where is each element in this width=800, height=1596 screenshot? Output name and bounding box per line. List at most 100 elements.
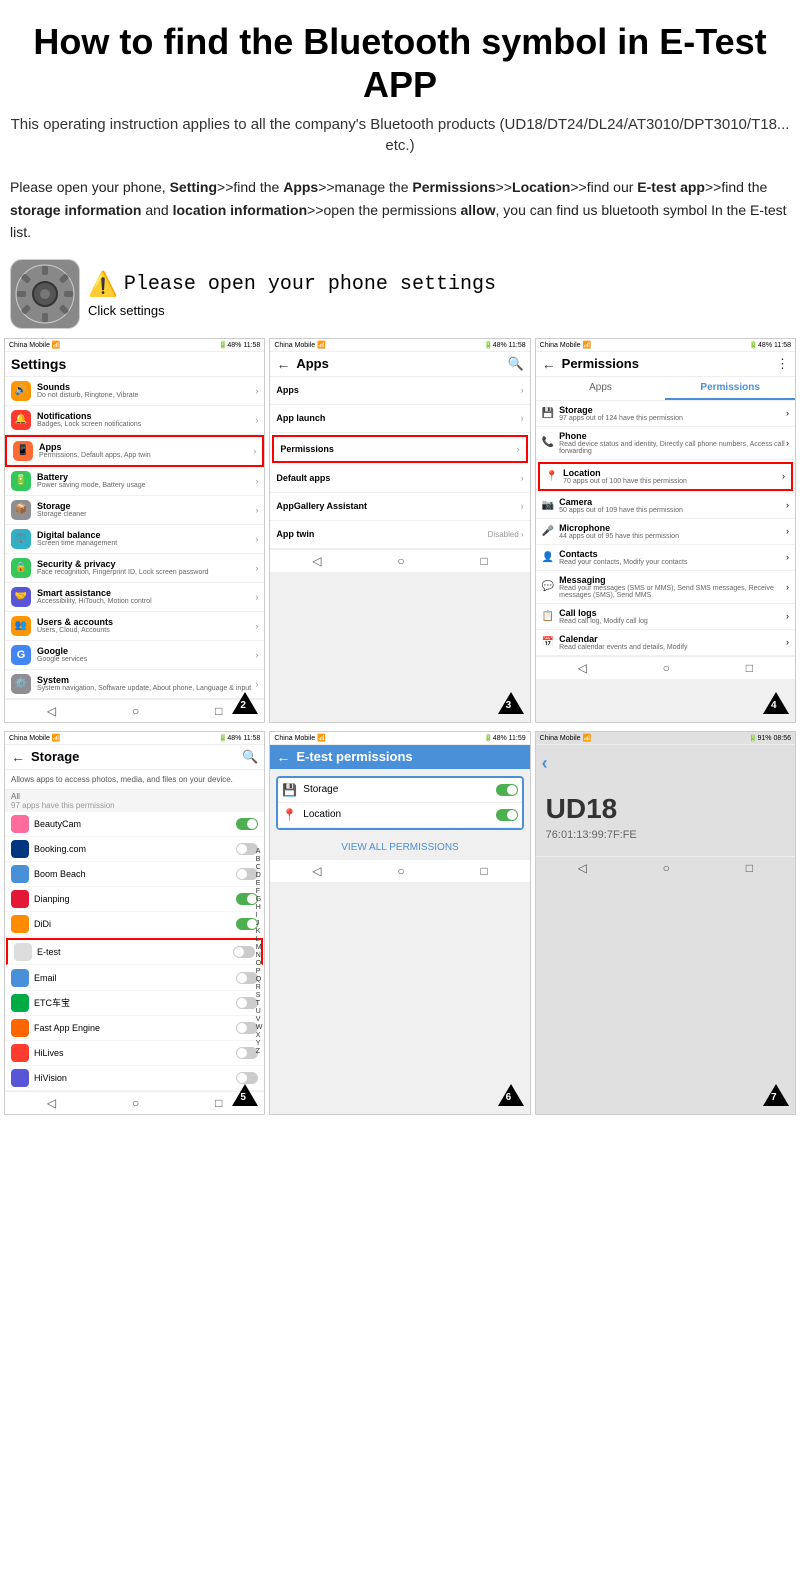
step-badge-2: 2 [232, 692, 258, 716]
app-hilives[interactable]: HiLives [5, 1041, 264, 1066]
screenshots-row2: China Mobile 📶 🔋48% 11:58 ← Storage 🔍 Al… [0, 727, 800, 1119]
apps-apps-item[interactable]: Apps › [270, 377, 529, 405]
settings-digital-balance[interactable]: ⚖️ Digital balance Screen time managemen… [5, 525, 264, 554]
app-etc[interactable]: ETC车宝 [5, 991, 264, 1016]
app-didi[interactable]: DiDi [5, 912, 264, 937]
settings-security[interactable]: 🔒 Security & privacy Face recognition, F… [5, 554, 264, 583]
screen1-status: China Mobile 📶 🔋48% 11:58 [5, 339, 264, 352]
screen2-body: Apps › App launch › Permissions › Defaul… [270, 377, 529, 549]
screen2-header: ← Apps 🔍 [270, 352, 529, 377]
perm-location[interactable]: 📍 Location 70 apps out of 100 have this … [538, 462, 793, 491]
notifications-icon: 🔔 [11, 410, 31, 430]
etest-location-toggle[interactable]: 📍 Location [278, 803, 521, 828]
app-beautycam[interactable]: BeautyCam [5, 812, 264, 837]
sounds-icon: 🔊 [11, 381, 31, 401]
settings-battery[interactable]: 🔋 Battery Power saving mode, Battery usa… [5, 467, 264, 496]
google-icon: G [11, 645, 31, 665]
back-arrow-icon4[interactable]: ← [276, 749, 290, 765]
settings-users-accounts[interactable]: 👥 Users & accounts Users, Cloud, Account… [5, 612, 264, 641]
warning-icon: ⚠️ [88, 270, 118, 299]
apps-permissions[interactable]: Permissions › [272, 435, 527, 463]
perm-camera[interactable]: 📷 Camera 50 apps out of 109 have this pe… [536, 493, 795, 519]
screen5-etest-permissions: China Mobile 📶 🔋48% 11:59 ← E-test permi… [269, 731, 530, 1115]
settings-storage[interactable]: 📦 Storage Storage cleaner › [5, 496, 264, 525]
app-booking[interactable]: Booking.com [5, 837, 264, 862]
app-email[interactable]: Email [5, 966, 264, 991]
settings-system[interactable]: ⚙️ System System navigation, Software up… [5, 670, 264, 699]
perm-calendar[interactable]: 📅 Calendar Read calendar events and deta… [536, 630, 795, 656]
subtitle: This operating instruction applies to al… [10, 114, 790, 156]
device-name: UD18 [546, 793, 785, 825]
storage-icon: 📦 [11, 500, 31, 520]
view-all-permissions-btn[interactable]: VIEW ALL PERMISSIONS [270, 836, 529, 859]
smart-assistance-icon: 🤝 [11, 587, 31, 607]
step-badge-5: 5 [232, 1084, 258, 1108]
screen4-section: All97 apps have this permission [5, 790, 264, 812]
screen1-navbar: ◁○□ [5, 699, 264, 722]
screen3-permissions: China Mobile 📶 🔋48% 11:58 ← Permissions … [535, 338, 796, 723]
screen5-header: ← E-test permissions [270, 745, 529, 770]
app-fast-app-engine[interactable]: Fast App Engine [5, 1016, 264, 1041]
screen5-status: China Mobile 📶 🔋48% 11:59 [270, 732, 529, 745]
perm-messaging[interactable]: 💬 Messaging Read your messages (SMS or M… [536, 571, 795, 604]
device-mac: 76:01:13:99:7F:FE [546, 829, 785, 841]
screen4-status: China Mobile 📶 🔋48% 11:58 [5, 732, 264, 745]
users-accounts-icon: 👥 [11, 616, 31, 636]
back-arrow-icon3[interactable]: ← [11, 749, 25, 765]
screen3-status: China Mobile 📶 🔋48% 11:58 [536, 339, 795, 352]
back-chevron-icon[interactable]: ‹ [542, 753, 548, 774]
perm-storage[interactable]: 💾 Storage 97 apps out of 124 have this p… [536, 401, 795, 427]
search-icon[interactable]: 🔍 [507, 356, 523, 372]
settings-apps[interactable]: 📱 Apps Permissions, Default apps, App tw… [5, 435, 264, 467]
screen4-navbar: ◁○□ [5, 1091, 264, 1114]
step-badge-3: 3 [498, 692, 524, 716]
screen2-apps: China Mobile 📶 🔋48% 11:58 ← Apps 🔍 Apps … [269, 338, 530, 723]
settings-sounds[interactable]: 🔊 Sounds Do not disturb, Ringtone, Vibra… [5, 377, 264, 406]
step1-text: Please open your phone settings [124, 273, 496, 296]
search-icon2[interactable]: 🔍 [242, 749, 258, 765]
battery-icon: 🔋 [11, 471, 31, 491]
settings-gear-icon [10, 259, 80, 329]
apps-appgallery-assistant[interactable]: AppGallery Assistant › [270, 493, 529, 521]
apps-app-twin[interactable]: App twin Disabled › [270, 521, 529, 549]
more-icon[interactable]: ⋮ [776, 356, 789, 372]
perm-microphone[interactable]: 🎤 Microphone 44 apps out of 95 have this… [536, 519, 795, 545]
screen6-status: China Mobile 📶 🔋91% 08:56 [536, 732, 795, 745]
perm-call-logs[interactable]: 📋 Call logs Read call log, Modify call l… [536, 604, 795, 630]
screenshots-row1: China Mobile 📶 🔋48% 11:58 Settings 🔊 Sou… [0, 334, 800, 727]
app-hivision[interactable]: HiVision [5, 1066, 264, 1091]
etest-storage-toggle[interactable]: 💾 Storage [278, 778, 521, 803]
apps-app-launch[interactable]: App launch › [270, 405, 529, 433]
step-badge-4: 4 [763, 692, 789, 716]
app-dianping[interactable]: Dianping [5, 887, 264, 912]
screen4-storage: China Mobile 📶 🔋48% 11:58 ← Storage 🔍 Al… [4, 731, 265, 1115]
screen6-device-info: UD18 76:01:13:99:7F:FE [536, 778, 795, 856]
digital-balance-icon: ⚖️ [11, 529, 31, 549]
step-badge-7: 7 [763, 1084, 789, 1108]
settings-notifications[interactable]: 🔔 Notifications Badges, Lock screen noti… [5, 406, 264, 435]
security-icon: 🔒 [11, 558, 31, 578]
screen3-navbar: ◁○□ [536, 656, 795, 679]
app-etest[interactable]: E-test [6, 938, 263, 965]
alpha-scroll-index: ABCDEFGHIJKLMNOPQRSTUVWXYZ [254, 846, 265, 1057]
back-arrow-icon[interactable]: ← [276, 356, 290, 372]
perm-contacts[interactable]: 👤 Contacts Read your contacts, Modify yo… [536, 545, 795, 571]
screen4-header: ← Storage 🔍 [5, 745, 264, 770]
apps-default-apps[interactable]: Default apps › [270, 465, 529, 493]
settings-smart-assistance[interactable]: 🤝 Smart assistance Accessibility, HiTouc… [5, 583, 264, 612]
etest-perms-box: 💾 Storage 📍 Location [276, 776, 523, 830]
app-boom-beach[interactable]: Boom Beach [5, 862, 264, 887]
screen6-header: ‹ [536, 745, 795, 778]
back-arrow-icon2[interactable]: ← [542, 356, 556, 372]
tab-permissions[interactable]: Permissions [665, 377, 795, 400]
screen2-status: China Mobile 📶 🔋48% 11:58 [270, 339, 529, 352]
system-icon: ⚙️ [11, 674, 31, 694]
step-badge-6: 6 [498, 1084, 524, 1108]
screen6-ble-device: China Mobile 📶 🔋91% 08:56 ‹ UD18 76:01:1… [535, 731, 796, 1115]
screen4-description: Allows apps to access photos, media, and… [5, 770, 264, 790]
perm-phone[interactable]: 📞 Phone Read device status and identity,… [536, 427, 795, 460]
page-header: How to find the Bluetooth symbol in E-Te… [0, 0, 800, 166]
tab-apps[interactable]: Apps [536, 377, 666, 400]
main-title: How to find the Bluetooth symbol in E-Te… [10, 20, 790, 106]
settings-google[interactable]: G Google Google services › [5, 641, 264, 670]
